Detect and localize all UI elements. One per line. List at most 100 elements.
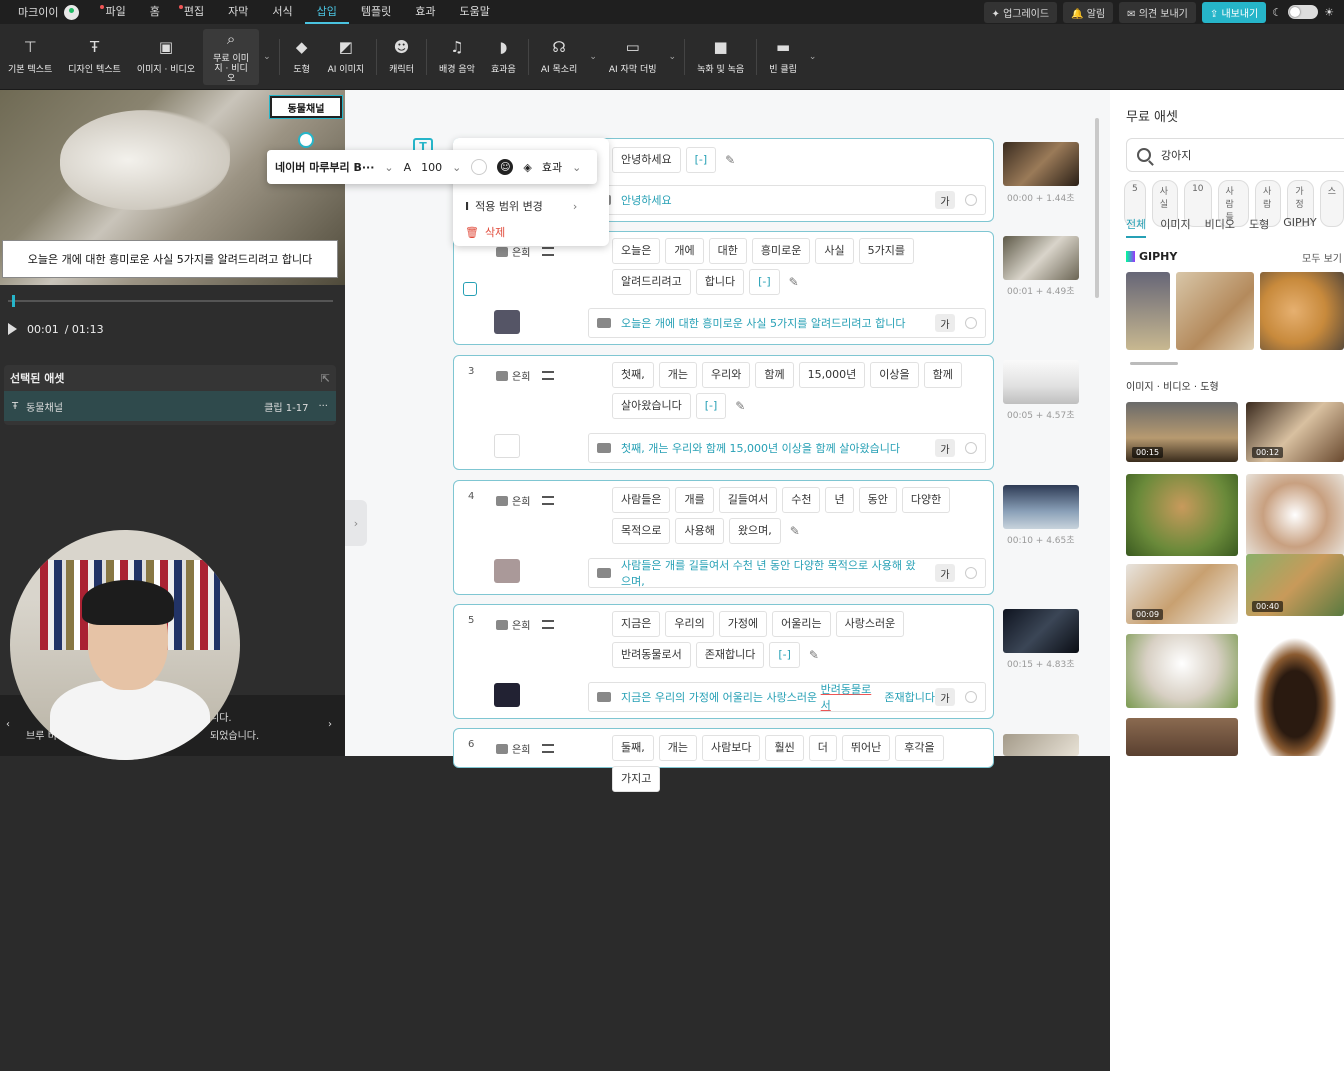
sentence-row[interactable]: 오늘은 개에 대한 흥미로운 사실 5가지를 알려드리려고 합니다 가: [588, 308, 986, 338]
word-chip[interactable]: 알려드리려고: [612, 269, 691, 295]
pencil-icon[interactable]: ✎: [721, 147, 739, 173]
menu-insert[interactable]: 삽입: [304, 0, 349, 24]
word-chip[interactable]: 어울리는: [772, 611, 831, 637]
character-thumbnail[interactable]: [494, 559, 520, 583]
word-chip[interactable]: 후각을: [895, 735, 944, 761]
asset-tile[interactable]: [1246, 626, 1344, 756]
channel-text-box[interactable]: 동물채널: [269, 95, 343, 119]
upgrade-button[interactable]: ✦ 업그레이드: [983, 1, 1058, 23]
sentence-row[interactable]: 사람들은 개를 길들여서 수천 년 동안 다양한 목적으로 사용해 왔으며, 가: [588, 558, 986, 588]
word-chip[interactable]: 함께: [923, 362, 962, 388]
asset-tile[interactable]: 00:09: [1126, 564, 1238, 624]
giphy-tile[interactable]: [1176, 272, 1254, 350]
word-chip[interactable]: 오늘은: [612, 238, 661, 264]
word-chip[interactable]: 존재합니다: [695, 642, 765, 668]
selected-asset-row[interactable]: Ŧ 동물채널 클립 1-17 ···: [4, 391, 336, 421]
chevron-right-icon[interactable]: ›: [328, 719, 332, 730]
effect-select[interactable]: 효과: [542, 159, 562, 175]
pencil-icon[interactable]: ✎: [731, 393, 749, 419]
empty-thumbnail[interactable]: [494, 434, 520, 458]
sfx-button[interactable]: ◗ 효과음: [483, 29, 524, 85]
play-icon[interactable]: [8, 323, 17, 335]
font-select[interactable]: 네이버 마루부리 B···: [275, 159, 374, 175]
word-chip[interactable]: 더: [808, 735, 837, 761]
chevron-left-icon[interactable]: ‹: [6, 719, 10, 730]
word-chip[interactable]: 첫째,: [612, 362, 654, 388]
word-chip[interactable]: 둘째,: [612, 735, 654, 761]
menu-edit[interactable]: 편집: [172, 0, 216, 24]
word-chip[interactable]: 가정에: [718, 611, 768, 637]
clip-thumbnail[interactable]: [1003, 360, 1079, 404]
menu-icon[interactable]: [542, 620, 555, 629]
asset-tile[interactable]: 00:40: [1246, 554, 1344, 616]
asset-tile[interactable]: 00:15: [1126, 402, 1238, 462]
character-thumbnail[interactable]: [494, 310, 520, 334]
sentence-row[interactable]: 첫째, 개는 우리와 함께 15,000년 이상을 함께 살아왔습니다 가: [588, 433, 986, 463]
chevron-down-icon[interactable]: ⌄: [572, 161, 581, 174]
menu-icon[interactable]: [542, 247, 555, 256]
word-chip[interactable]: 사실: [815, 238, 854, 264]
word-chip[interactable]: 수천: [782, 487, 821, 513]
menu-home[interactable]: 홈: [138, 0, 172, 24]
feedback-button[interactable]: ✉ 의견 보내기: [1119, 1, 1196, 23]
theme-toggle[interactable]: [1288, 5, 1319, 19]
clip-card[interactable]: 3 은희 첫째, 개는 우리와 함께 15,000년 이상을 함께 살아왔습니다…: [453, 355, 994, 470]
expand-icon[interactable]: ⇱: [321, 372, 330, 385]
pencil-icon[interactable]: ✎: [786, 518, 804, 544]
horizontal-scrollbar[interactable]: [1130, 362, 1178, 365]
word-chip[interactable]: 우리와: [702, 362, 751, 388]
basic-text-button[interactable]: ⊤ 기본 텍스트: [0, 29, 60, 85]
clip-card[interactable]: 5 은희 지금은 우리의 가정에 어울리는 사랑스러운 반려동물로서 존재합니다…: [453, 604, 994, 719]
chevron-down-icon[interactable]: ⌄: [263, 52, 271, 62]
clip-thumbnail[interactable]: [1003, 734, 1079, 756]
chevron-down-icon[interactable]: ⌄: [384, 161, 393, 174]
tab-video[interactable]: 비디오: [1205, 216, 1235, 238]
record-button[interactable]: ■ 녹화 및 녹음: [689, 29, 752, 85]
ai-image-button[interactable]: ◩ AI 이미지: [320, 29, 373, 85]
menu-file[interactable]: 파일: [93, 0, 137, 24]
subtitle-box[interactable]: 오늘은 개에 대한 흥미로운 사실 5가지를 알려드리려고 합니다: [2, 240, 338, 278]
word-chip[interactable]: 뛰어난: [841, 735, 891, 761]
menu-icon[interactable]: [542, 371, 555, 380]
pause-chip[interactable]: [-]: [695, 393, 727, 419]
empty-clip-button[interactable]: ▬ 빈 클립: [761, 29, 805, 85]
color-picker[interactable]: [471, 159, 488, 175]
character-thumbnail[interactable]: [494, 683, 520, 707]
chevron-down-icon[interactable]: ⌄: [669, 52, 677, 62]
menu-item-delete[interactable]: 🗑 삭제: [465, 224, 505, 240]
account[interactable]: 마크이이: [18, 4, 80, 20]
word-chip[interactable]: 합니다: [695, 269, 745, 295]
ai-dub-button[interactable]: ▭ AI 자막 더빙: [601, 29, 665, 85]
asset-tile[interactable]: [1126, 718, 1238, 756]
pause-chip[interactable]: [-]: [685, 147, 717, 173]
word-chip[interactable]: 가지고: [612, 766, 661, 792]
user-icon[interactable]: [64, 4, 80, 20]
see-all-link[interactable]: 모두 보기: [1302, 250, 1342, 265]
menu-template[interactable]: 템플릿: [349, 0, 403, 24]
sentence-row[interactable]: 안녕하세요 가: [588, 185, 986, 215]
word-chip[interactable]: 살아왔습니다: [612, 393, 691, 419]
giphy-tile[interactable]: [1126, 272, 1170, 350]
text-style-button[interactable]: 가: [935, 314, 955, 332]
word-chip[interactable]: 년: [825, 487, 854, 513]
collapse-panel-button[interactable]: ›: [345, 500, 367, 546]
scrollbar[interactable]: [1095, 118, 1099, 298]
menu-subtitle[interactable]: 자막: [216, 0, 260, 24]
word-chip[interactable]: 개를: [675, 487, 714, 513]
asset-search-input[interactable]: 강아지: [1126, 138, 1344, 172]
word-chip[interactable]: 5가지를: [858, 238, 914, 264]
text-style-button[interactable]: 가: [935, 688, 955, 706]
clip-thumbnail[interactable]: [1003, 236, 1079, 280]
more-button[interactable]: ···: [318, 401, 328, 412]
export-button[interactable]: ⇪ 내보내기: [1201, 1, 1267, 23]
word-chip[interactable]: 동안: [858, 487, 897, 513]
speaker[interactable]: 은희: [496, 368, 555, 383]
sync-icon[interactable]: [965, 567, 977, 579]
word-chip[interactable]: 개에: [665, 238, 704, 264]
word-chip[interactable]: 개는: [658, 362, 697, 388]
asset-tile[interactable]: [1126, 634, 1238, 708]
clip-card[interactable]: 6 은희 둘째, 개는 사람보다 훨씬 더 뛰어난 후각을 가지고: [453, 728, 994, 792]
giphy-tile[interactable]: [1260, 272, 1344, 350]
chevron-down-icon[interactable]: ⌄: [809, 52, 817, 62]
clip-checkbox[interactable]: [463, 282, 477, 296]
